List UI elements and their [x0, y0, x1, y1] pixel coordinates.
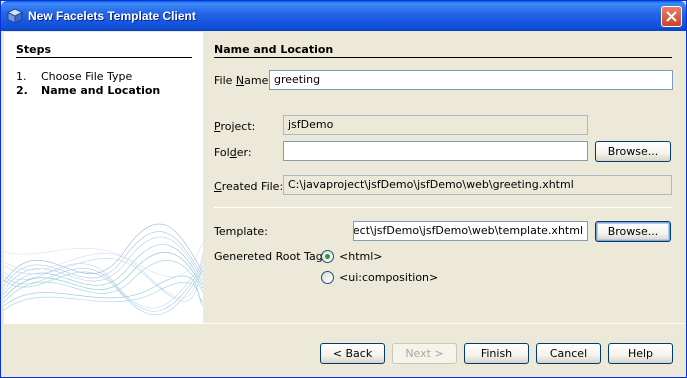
radio-ui-composition[interactable]	[321, 271, 334, 284]
step-label: Name and Location	[41, 84, 161, 97]
finish-button[interactable]: Finish	[464, 343, 529, 364]
dialog-window: New Facelets Template Client Steps 1. Cho…	[0, 0, 687, 378]
steps-divider	[16, 57, 192, 58]
label-text: Fol	[214, 146, 230, 159]
separator	[214, 207, 672, 208]
steps-header: Steps	[16, 43, 52, 56]
back-button[interactable]: < Back	[320, 343, 385, 364]
form-panel: Name and Location File Name: greeting Pr…	[203, 32, 686, 323]
label-text: er:	[236, 146, 252, 159]
template-label: Template:	[214, 225, 268, 238]
mnemonic: N	[235, 74, 245, 87]
template-browse-button[interactable]: Browse...	[595, 221, 671, 242]
title-bar[interactable]: New Facelets Template Client	[1, 1, 686, 31]
section-divider	[214, 57, 672, 58]
step-item-name-and-location: 2. Name and Location	[16, 84, 160, 97]
folder-label: Folder:	[214, 146, 252, 159]
cancel-button[interactable]: Cancel	[536, 343, 601, 364]
folder-browse-button[interactable]: Browse...	[595, 141, 671, 162]
radio-ui-composition-label[interactable]: <ui:composition>	[339, 271, 438, 284]
project-label: Project:	[214, 120, 255, 133]
window-title: New Facelets Template Client	[28, 9, 196, 23]
step-number: 2.	[16, 84, 28, 97]
cube-icon	[7, 8, 23, 24]
mnemonic: d	[229, 146, 237, 159]
close-button[interactable]	[661, 6, 682, 27]
decorative-waves-image	[4, 223, 203, 316]
project-field: jsfDemo	[283, 115, 588, 135]
label-text: File	[214, 74, 236, 87]
file-name-input[interactable]: greeting	[269, 70, 673, 90]
file-name-label: File Name:	[214, 74, 272, 87]
radio-selected-dot	[325, 254, 330, 259]
close-icon	[666, 11, 677, 22]
label-text: reated File:	[221, 180, 284, 193]
template-input[interactable]: C:\javaproject\jsfDemo\jsfDemo\web\templ…	[353, 221, 588, 241]
radio-html-label[interactable]: <html>	[339, 250, 383, 263]
root-tag-label: Genereted Root Tag:	[214, 250, 327, 263]
radio-html[interactable]	[321, 250, 334, 263]
mnemonic: C	[214, 180, 222, 193]
section-title: Name and Location	[214, 43, 334, 56]
label-text: ame:	[244, 74, 273, 87]
footer-separator	[4, 323, 685, 324]
next-button[interactable]: Next >	[392, 343, 457, 364]
label-text: roject:	[220, 120, 256, 133]
template-value: C:\javaproject\jsfDemo\jsfDemo\web\templ…	[353, 224, 583, 237]
created-file-field: C:\javaproject\jsfDemo\jsfDemo\web\greet…	[283, 175, 672, 195]
button-label: < Back	[332, 347, 373, 360]
step-label: Choose File Type	[41, 70, 133, 83]
folder-input[interactable]	[283, 141, 588, 161]
step-number: 1.	[16, 70, 27, 83]
steps-panel: Steps 1. Choose File Type 2. Name and Loca…	[4, 32, 203, 323]
step-item-choose-file-type: 1. Choose File Type	[16, 70, 132, 83]
created-file-label: Created File:	[214, 180, 283, 193]
help-button[interactable]: Help	[608, 343, 673, 364]
